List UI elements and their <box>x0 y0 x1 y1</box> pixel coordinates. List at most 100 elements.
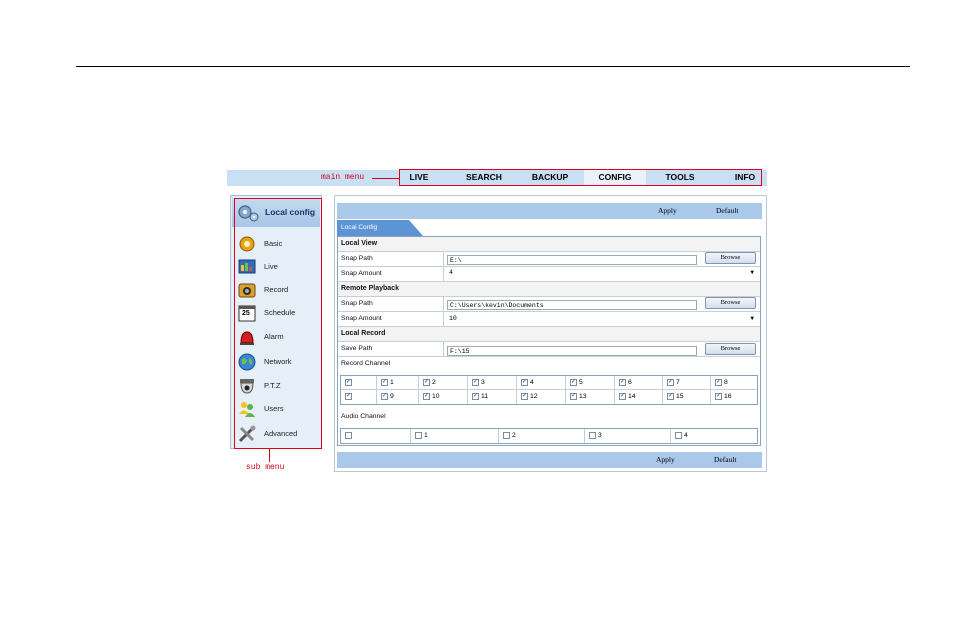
remote-snap-path-input[interactable]: C:\Users\kevin\Documents <box>447 300 697 310</box>
select-all-checkbox[interactable]: ✓ <box>345 379 352 386</box>
users-icon <box>239 402 255 417</box>
channel-number: 3 <box>598 432 602 439</box>
record-channel-cell: ✓ 4 <box>517 376 566 390</box>
select-all-checkbox[interactable]: ✓ <box>345 393 352 400</box>
audio-channel-cell: 3 <box>585 429 671 443</box>
record-channel-cell: ✓ 14 <box>615 390 663 404</box>
audio-all-cell <box>341 429 411 443</box>
audio-channel-checkbox[interactable] <box>503 432 510 439</box>
record-channel-cell: ✓ 8 <box>711 376 757 390</box>
browse-button[interactable]: Browse <box>705 343 756 355</box>
apply-button[interactable]: Apply <box>656 455 675 464</box>
record-channel-cell: ✓ 1 <box>377 376 419 390</box>
record-channel-grid: ✓ ✓ 1 ✓ 2 ✓ 3 ✓ 4 ✓ 5 ✓ 6 ✓ 7 ✓ 8 ✓ ✓ 9 ✓ 10 ✓ 11 ✓… <box>340 375 758 405</box>
record-channel-row: Record Channel <box>338 357 760 372</box>
sub-menu-annotation-line <box>269 449 270 462</box>
main-menu: LIVE SEARCH BACKUP CONFIG TOOLS INFO <box>399 169 762 186</box>
record-channel-checkbox[interactable]: ✓ <box>423 379 430 386</box>
record-channel-checkbox[interactable]: ✓ <box>472 393 479 400</box>
menu-info[interactable]: INFO <box>720 170 770 185</box>
channel-number: 7 <box>676 379 680 386</box>
channel-number: 11 <box>481 393 489 400</box>
sidebar-item-advanced[interactable]: Advanced <box>236 423 320 445</box>
sidebar-item-users[interactable]: Users <box>236 398 320 420</box>
audio-channel-cell: 4 <box>671 429 757 443</box>
save-path-input[interactable]: F:\15 <box>447 346 697 356</box>
browse-button[interactable]: Browse <box>705 252 756 264</box>
record-channel-checkbox[interactable]: ✓ <box>381 393 388 400</box>
audio-channel-checkbox[interactable] <box>675 432 682 439</box>
menu-tools[interactable]: TOOLS <box>650 170 710 185</box>
channel-number: 14 <box>628 393 636 400</box>
apply-button[interactable]: Apply <box>658 206 677 215</box>
local-view-header: Local View <box>338 237 760 252</box>
record-channel-checkbox[interactable]: ✓ <box>715 379 722 386</box>
record-channel-checkbox[interactable]: ✓ <box>423 393 430 400</box>
chevron-down-icon: ▼ <box>750 269 754 276</box>
record-channel-checkbox[interactable]: ✓ <box>619 393 626 400</box>
dome-camera-icon <box>240 379 254 394</box>
record-channel-checkbox[interactable]: ✓ <box>521 379 528 386</box>
sidebar-item-record[interactable]: Record <box>236 279 320 301</box>
column-divider <box>443 252 444 282</box>
record-channel-checkbox[interactable]: ✓ <box>381 379 388 386</box>
sidebar-item-label: Alarm <box>264 332 284 341</box>
field-label: Snap Path <box>341 300 373 307</box>
sidebar-item-schedule[interactable]: 25 Schedule <box>236 302 320 324</box>
channel-number: 6 <box>628 379 632 386</box>
browse-button[interactable]: Browse <box>705 297 756 309</box>
local-snap-amount-select[interactable]: 4 ▼ <box>447 268 757 278</box>
default-button[interactable]: Default <box>716 206 739 215</box>
channel-number: 4 <box>530 379 534 386</box>
select-all-checkbox[interactable] <box>345 432 352 439</box>
audio-channel-cell: 1 <box>411 429 499 443</box>
record-channel-checkbox[interactable]: ✓ <box>619 379 626 386</box>
record-channel-cell: ✓ 13 <box>566 390 615 404</box>
remote-snap-amount-select[interactable]: 10 ▼ <box>447 314 757 324</box>
record-channel-cell: ✓ 7 <box>663 376 711 390</box>
record-channel-checkbox[interactable]: ✓ <box>472 379 479 386</box>
section-title: Local Record <box>341 330 386 337</box>
sidebar-item-live[interactable]: Live <box>236 256 320 278</box>
menu-live[interactable]: LIVE <box>402 170 436 185</box>
record-channel-checkbox[interactable]: ✓ <box>667 379 674 386</box>
default-button[interactable]: Default <box>714 455 737 464</box>
menu-backup[interactable]: BACKUP <box>520 170 580 185</box>
channel-number: 3 <box>481 379 485 386</box>
record-channel-cell: ✓ 12 <box>517 390 566 404</box>
record-all-row2-cell: ✓ <box>341 390 377 404</box>
record-channel-checkbox[interactable]: ✓ <box>570 379 577 386</box>
channel-number: 2 <box>432 379 436 386</box>
record-channel-cell: ✓ 5 <box>566 376 615 390</box>
select-value: 10 <box>449 315 457 322</box>
tab-local-config[interactable]: Local Config <box>337 220 423 236</box>
channel-number: 2 <box>512 432 516 439</box>
record-channel-cell: ✓ 2 <box>419 376 468 390</box>
select-value: 4 <box>449 269 453 276</box>
record-channel-cell: ✓ 11 <box>468 390 517 404</box>
record-channel-checkbox[interactable]: ✓ <box>570 393 577 400</box>
channel-number: 9 <box>390 393 394 400</box>
sidebar-item-ptz[interactable]: P.T.Z <box>236 375 320 397</box>
menu-config[interactable]: CONFIG <box>584 170 646 185</box>
sidebar-item-network[interactable]: Network <box>236 351 320 373</box>
channel-number: 13 <box>579 393 587 400</box>
channel-number: 1 <box>424 432 428 439</box>
siren-icon <box>240 331 254 345</box>
record-channel-checkbox[interactable]: ✓ <box>715 393 722 400</box>
sidebar-item-basic[interactable]: Basic <box>236 233 320 255</box>
main-menu-annotation-line <box>372 178 399 179</box>
record-channel-cell: ✓ 9 <box>377 390 419 404</box>
column-divider <box>443 297 444 327</box>
sidebar-item-alarm[interactable]: Alarm <box>236 326 320 348</box>
audio-channel-checkbox[interactable] <box>415 432 422 439</box>
record-channel-checkbox[interactable]: ✓ <box>521 393 528 400</box>
page-rule <box>76 66 910 67</box>
record-channel-checkbox[interactable]: ✓ <box>667 393 674 400</box>
channel-number: 1 <box>390 379 394 386</box>
local-snap-path-input[interactable]: E:\ <box>447 255 697 265</box>
sidebar-item-label: Schedule <box>264 308 296 317</box>
menu-search[interactable]: SEARCH <box>454 170 514 185</box>
sidebar-item-label: Network <box>264 357 292 366</box>
audio-channel-checkbox[interactable] <box>589 432 596 439</box>
